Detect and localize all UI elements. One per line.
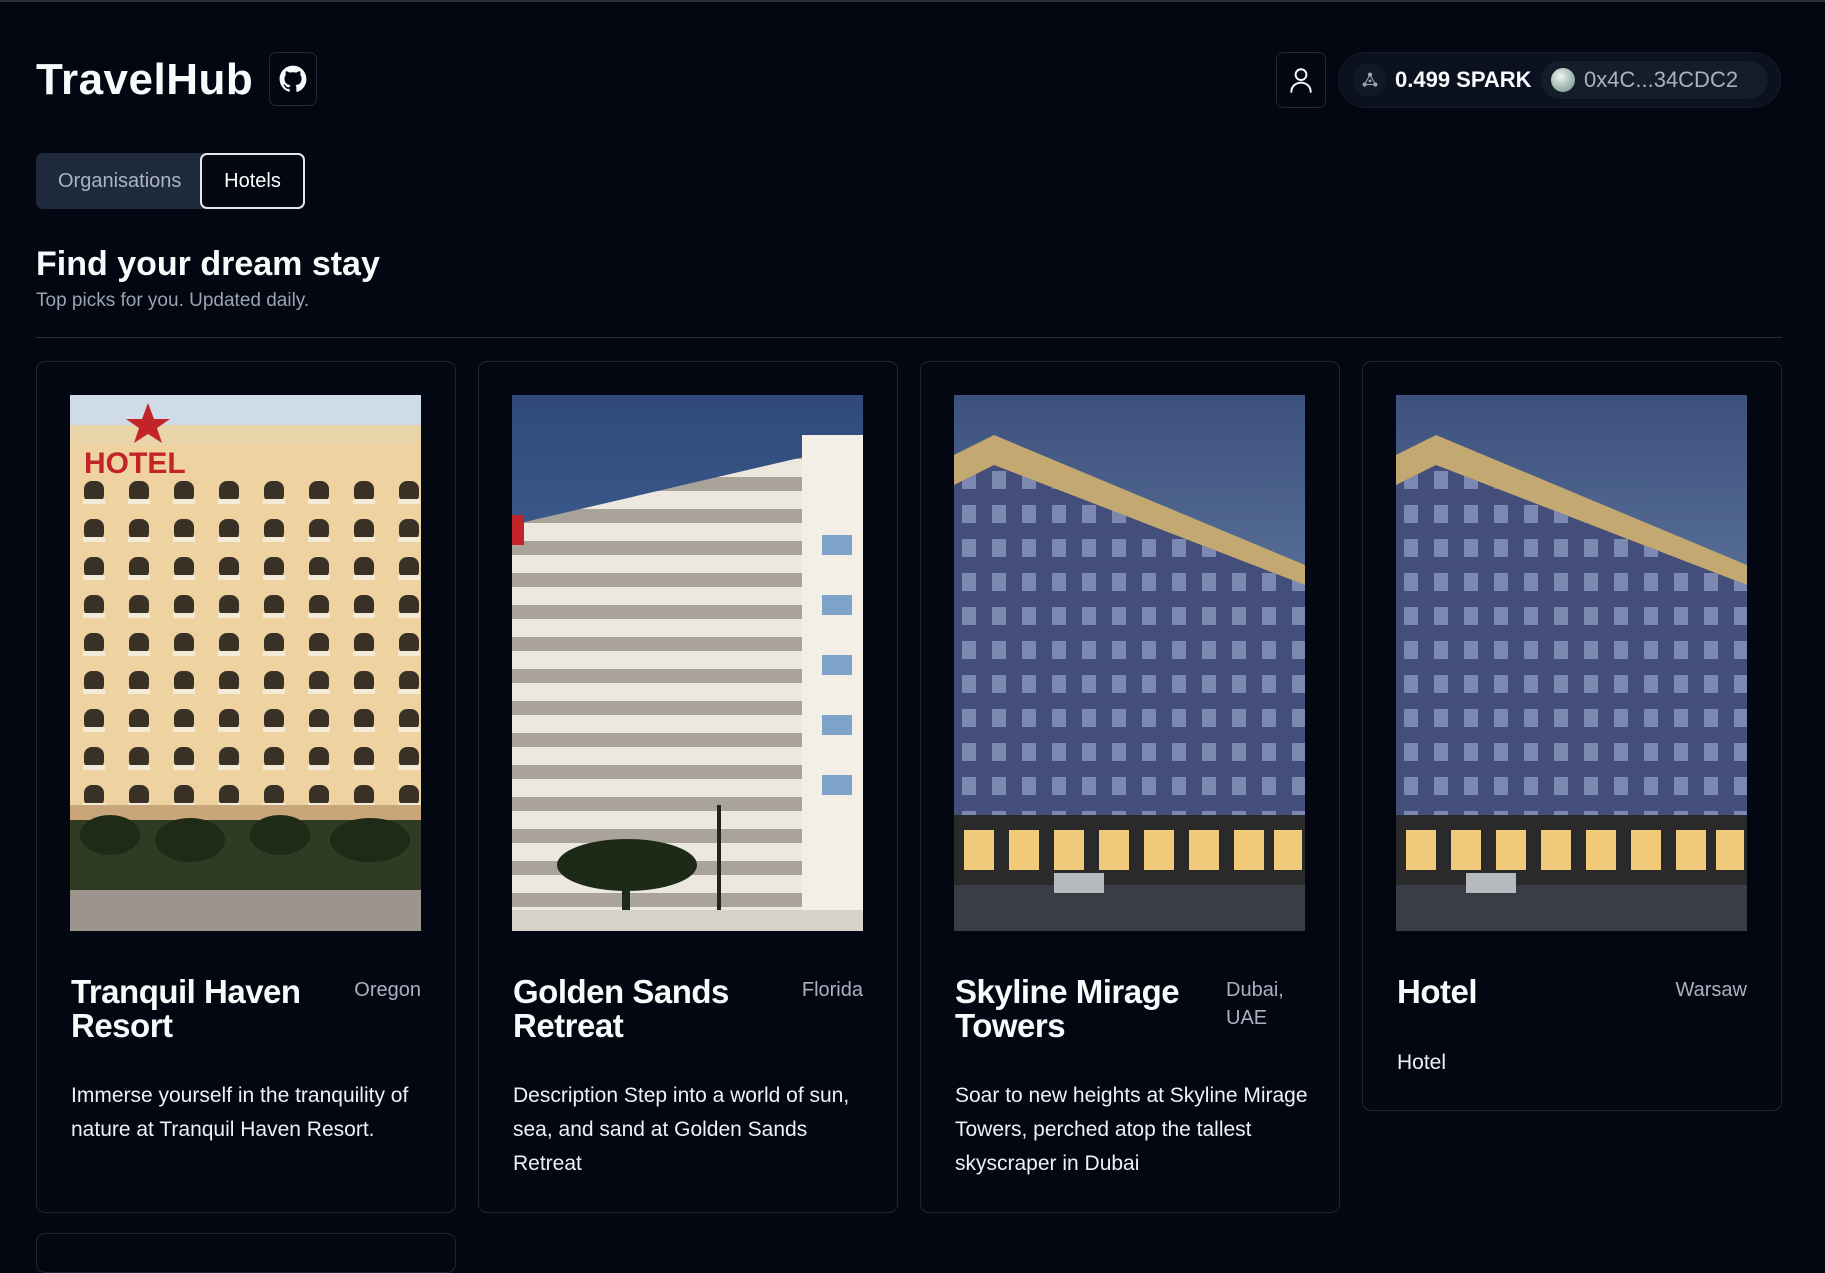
hotel-image — [954, 395, 1305, 931]
divider — [36, 337, 1782, 338]
github-button[interactable] — [269, 52, 317, 106]
user-icon — [1290, 68, 1312, 93]
hotel-card[interactable]: Hotel Warsaw Hotel — [1362, 361, 1782, 1111]
top-border — [0, 0, 1825, 2]
wallet-widget[interactable]: 0.499 SPARK 0x4C...34CDC2 — [1338, 52, 1781, 108]
hotel-card[interactable]: Golden Sands Retreat Florida Description… — [478, 361, 898, 1213]
hotel-location: Dubai, UAE — [1226, 979, 1284, 1029]
hotel-description: Description Step into a world of sun, se… — [513, 1084, 850, 1175]
hotel-image — [1396, 395, 1747, 931]
hotel-description: Hotel — [1397, 1051, 1447, 1074]
hotel-name[interactable]: Golden Sands Retreat — [513, 975, 753, 1043]
hotel-name[interactable]: Tranquil Haven Resort — [71, 975, 311, 1043]
app-title[interactable]: TravelHub — [36, 52, 253, 108]
hotel-image — [512, 395, 863, 931]
hotel-description: Immerse yourself in the tranquility of n… — [71, 1084, 409, 1141]
page-subtitle: Top picks for you. Updated daily. — [36, 290, 310, 311]
hotel-location: Oregon — [354, 979, 421, 1001]
hotel-description: Soar to new heights at Skyline Mirage To… — [955, 1084, 1308, 1175]
hotel-image: HOTEL — [70, 395, 421, 931]
wallet-address: 0x4C...34CDC2 — [1584, 67, 1739, 92]
tab-organisations[interactable]: Organisations — [58, 153, 181, 209]
svg-text:HOTEL: HOTEL — [84, 447, 186, 480]
tab-hotels[interactable]: Hotels — [200, 153, 305, 209]
profile-button[interactable] — [1276, 52, 1326, 108]
header: TravelHub 0.499 SPARK 0x4C...34CDC2 — [36, 52, 1781, 108]
hotel-name[interactable]: Skyline Mirage Towers — [955, 975, 1180, 1043]
page-title: Find your dream stay — [36, 245, 380, 283]
hotel-location: Warsaw — [1675, 979, 1747, 1001]
hotel-card[interactable] — [36, 1233, 456, 1273]
hotel-location: Florida — [801, 979, 863, 1001]
github-icon — [279, 65, 307, 92]
view-tabs: Organisations Hotels — [36, 153, 305, 209]
hotel-card[interactable]: HOTEL Tranquil Haven Resort Oregon Immer… — [36, 361, 456, 1213]
network-icon[interactable] — [1353, 63, 1387, 97]
token-balance[interactable]: 0.499 SPARK — [1395, 53, 1532, 107]
hotel-card[interactable]: Skyline Mirage Towers Dubai, UAE Soar to… — [920, 361, 1340, 1213]
hotel-name[interactable]: Hotel — [1397, 975, 1637, 1009]
wallet-avatar — [1551, 68, 1575, 92]
account-button[interactable]: 0x4C...34CDC2 — [1541, 61, 1768, 99]
